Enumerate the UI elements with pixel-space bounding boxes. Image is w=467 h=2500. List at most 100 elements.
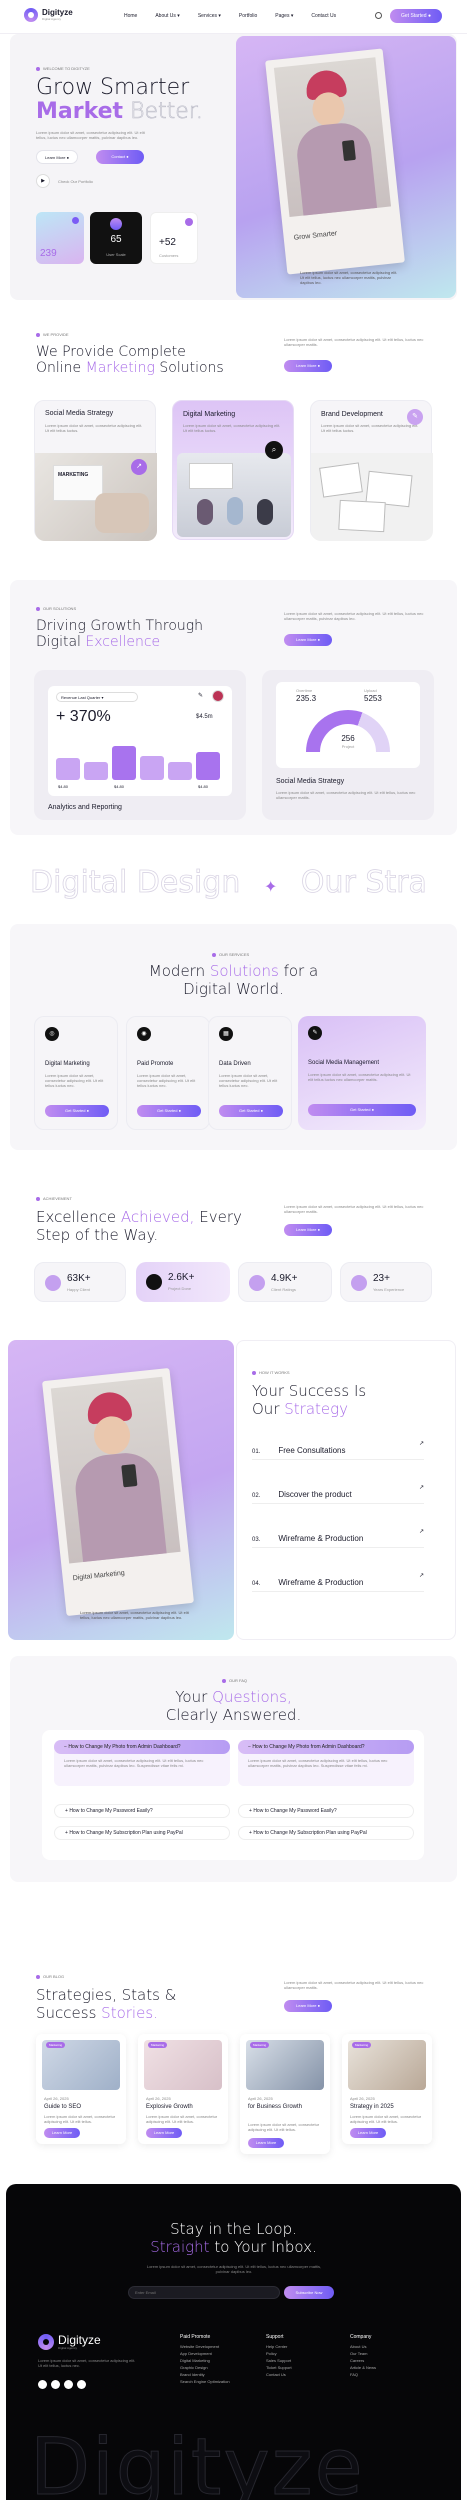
footer-link[interactable]: Contact Us (266, 2371, 292, 2378)
revenue-pct: + 370% (56, 708, 111, 725)
faq-open-1-header[interactable]: − How to Change My Photo from Admin Dash… (54, 1740, 230, 1754)
blog-1-learn-button[interactable]: Learn More (44, 2128, 80, 2138)
brand-logo[interactable]: Digityze Digital Agency (24, 8, 73, 22)
blog-card-4[interactable]: Marketing April 26, 2025 Strategy in 202… (342, 2034, 432, 2144)
nav-pages[interactable]: Pages ▾ (275, 13, 293, 19)
faq-item-3[interactable]: + How to Change My Password Easily? (54, 1804, 230, 1818)
svc-card-digital-marketing[interactable]: ◎ Digital Marketing Lorem ipsum dolor si… (34, 1016, 118, 1130)
nav-services[interactable]: Services ▾ (198, 13, 221, 19)
edit-icon[interactable]: ✎ (198, 692, 203, 699)
provide-badge: WE PROVIDE (36, 332, 69, 337)
footer-link[interactable]: App Development (180, 2350, 230, 2357)
revenue-dropdown[interactable]: Revenue Last Quarter ▾ (56, 692, 138, 702)
card-arrow-icon[interactable]: ↗ (131, 459, 147, 475)
footer-link[interactable]: Ticket Support (266, 2364, 292, 2371)
footer-link[interactable]: Website Development (180, 2343, 230, 2350)
analytics-card: Revenue Last Quarter ▾ ✎ + 370% $4.5m $4… (34, 670, 246, 820)
step-1[interactable]: 01. Free Consultations ↗ (252, 1440, 424, 1460)
faq-open-2[interactable]: − How to Change My Photo from Admin Dash… (238, 1740, 414, 1786)
provide-learn-button[interactable]: Learn More ● (284, 360, 332, 372)
svc-icon-1: ◎ (45, 1027, 59, 1041)
blog-badge: OUR BLOG (36, 1974, 64, 1979)
hero-image-panel: Grow Smarter Lorem ipsum dolor sit amet,… (236, 36, 456, 298)
footer-link[interactable]: Our Team (350, 2350, 376, 2357)
svc-get-started-2[interactable]: Get Started ● (137, 1105, 201, 1117)
footer: Stay in the Loop. Straight to Your Inbox… (6, 2184, 461, 2500)
footer-col-company: Company About Us Our Team Careers Articl… (350, 2334, 377, 2378)
svc-card-social-management[interactable]: ✎ Social Media Management Lorem ipsum do… (298, 1016, 426, 1130)
achieve-stat-2: 2.6K+ Project Done (136, 1262, 230, 1302)
step-3[interactable]: 03. Wireframe & Production ↗ (252, 1528, 424, 1548)
logo-icon (24, 8, 38, 22)
blog-title: Strategies, Stats & Success Stories. (36, 1986, 177, 2022)
faq-item-6[interactable]: + How to Change My Subscription Plan usi… (238, 1826, 414, 1840)
service-card-social[interactable]: Social Media Strategy Lorem ipsum dolor … (34, 400, 157, 541)
search-badge-icon[interactable]: ⌕ (265, 441, 283, 459)
svc-get-started-3[interactable]: Get Started ● (219, 1105, 283, 1117)
play-button[interactable]: ▶ (36, 174, 50, 188)
blog-2-learn-button[interactable]: Learn More (146, 2128, 182, 2138)
faq-item-5[interactable]: + How to Change My Password Easily? (238, 1804, 414, 1818)
footer-link[interactable]: Sales Support (266, 2357, 292, 2364)
instagram-icon[interactable] (64, 2380, 73, 2389)
twitter-icon[interactable] (51, 2380, 60, 2389)
footer-link[interactable]: FAQ (350, 2371, 376, 2378)
blog-learn-button[interactable]: Learn More ● (284, 2000, 332, 2012)
linkedin-icon[interactable] (77, 2380, 86, 2389)
nav-portfolio[interactable]: Portfolio (239, 13, 257, 19)
footer-link[interactable]: Policy (266, 2350, 292, 2357)
stats-widget: Overtime 235.3 Upload 5253 256 Project (276, 682, 420, 768)
service-card-digital[interactable]: Digital Marketing Lorem ipsum dolor sit … (172, 400, 294, 540)
nav-about[interactable]: About Us ▾ (155, 13, 179, 19)
blog-card-1[interactable]: Marketing April 26, 2025 Guide to SEO Lo… (36, 2034, 126, 2144)
footer-link[interactable]: Search Engine Optimization (180, 2378, 230, 2385)
facebook-icon[interactable] (38, 2380, 47, 2389)
faq-item-4[interactable]: + How to Change My Subscription Plan usi… (54, 1826, 230, 1840)
tag-icon[interactable]: ✎ (407, 409, 423, 425)
footer-link[interactable]: Careers (350, 2357, 376, 2364)
footer-link[interactable]: Graphic Design (180, 2364, 230, 2371)
success-image-panel: Digital Marketing Lorem ipsum dolor sit … (8, 1340, 234, 1640)
subscribe-button[interactable]: Subscribe Now (284, 2286, 334, 2299)
stat-card-pink: 239 (36, 212, 84, 264)
achieve-stat-1: 63K+ Happy Client (34, 1262, 126, 1302)
stat2-icon (110, 218, 122, 230)
contact-button[interactable]: Contact ● (96, 150, 144, 164)
svc-card-data-driven[interactable]: ▦ Data Driven Lorem ipsum dolor sit amet… (208, 1016, 292, 1130)
years-experience-icon (351, 1275, 367, 1291)
footer-logo[interactable]: Digityze Digital Agency (38, 2334, 101, 2350)
blog-3-learn-button[interactable]: Learn More (248, 2138, 284, 2148)
svc-get-started-4[interactable]: Get Started ● (308, 1104, 416, 1116)
svc-get-started-1[interactable]: Get Started ● (45, 1105, 109, 1117)
step-4[interactable]: 04. Wireframe & Production ↗ (252, 1572, 424, 1592)
email-input[interactable] (128, 2286, 280, 2299)
footer-link[interactable]: Help Center (266, 2343, 292, 2350)
faq-open-1[interactable]: − How to Change My Photo from Admin Dash… (54, 1740, 230, 1786)
growth-learn-button[interactable]: Learn More ● (284, 634, 332, 646)
hero-desc: Lorem ipsum dolor sit amet, consectetur … (36, 130, 145, 140)
faq-open-2-header[interactable]: − How to Change My Photo from Admin Dash… (238, 1740, 414, 1754)
blog-card-3[interactable]: Marketing April 26, 2025 for Business Gr… (240, 2034, 330, 2154)
step-2-arrow-icon: ↗ (418, 1485, 424, 1491)
marquee-band: Digital Design ✦ Our Stra (0, 850, 467, 916)
blog-4-learn-button[interactable]: Learn More (350, 2128, 386, 2138)
nav-contact[interactable]: Contact Us (311, 13, 336, 19)
footer-link[interactable]: About Us (350, 2343, 376, 2350)
hero-image-desc: Lorem ipsum dolor sit amet, consectetur … (300, 270, 398, 285)
footer-link[interactable]: Brand Identity (180, 2371, 230, 2378)
learn-more-button[interactable]: Learn More ● (36, 150, 78, 164)
nav-home[interactable]: Home (124, 13, 137, 19)
bar-label-2: $4.80 (114, 784, 125, 789)
blog-card-2[interactable]: Marketing April 26, 2025 Explosive Growt… (138, 2034, 228, 2144)
svc-card-paid-promote[interactable]: ◉ Paid Promote Lorem ipsum dolor sit ame… (126, 1016, 210, 1130)
surprised-woman-photo: Digital Marketing (42, 1367, 194, 1617)
get-started-button[interactable]: Get Started ● (390, 9, 442, 23)
footer-link[interactable]: Article & News (350, 2364, 376, 2371)
step-3-arrow-icon: ↗ (418, 1529, 424, 1535)
step-2[interactable]: 02. Discover the product ↗ (252, 1484, 424, 1504)
achieve-learn-button[interactable]: Learn More ● (284, 1224, 332, 1236)
service-card-brand[interactable]: Brand Development Lorem ipsum dolor sit … (310, 400, 433, 541)
search-icon[interactable] (375, 12, 382, 19)
hero-image-caption: Grow Smarter (293, 230, 338, 242)
footer-link[interactable]: Digital Marketing (180, 2357, 230, 2364)
